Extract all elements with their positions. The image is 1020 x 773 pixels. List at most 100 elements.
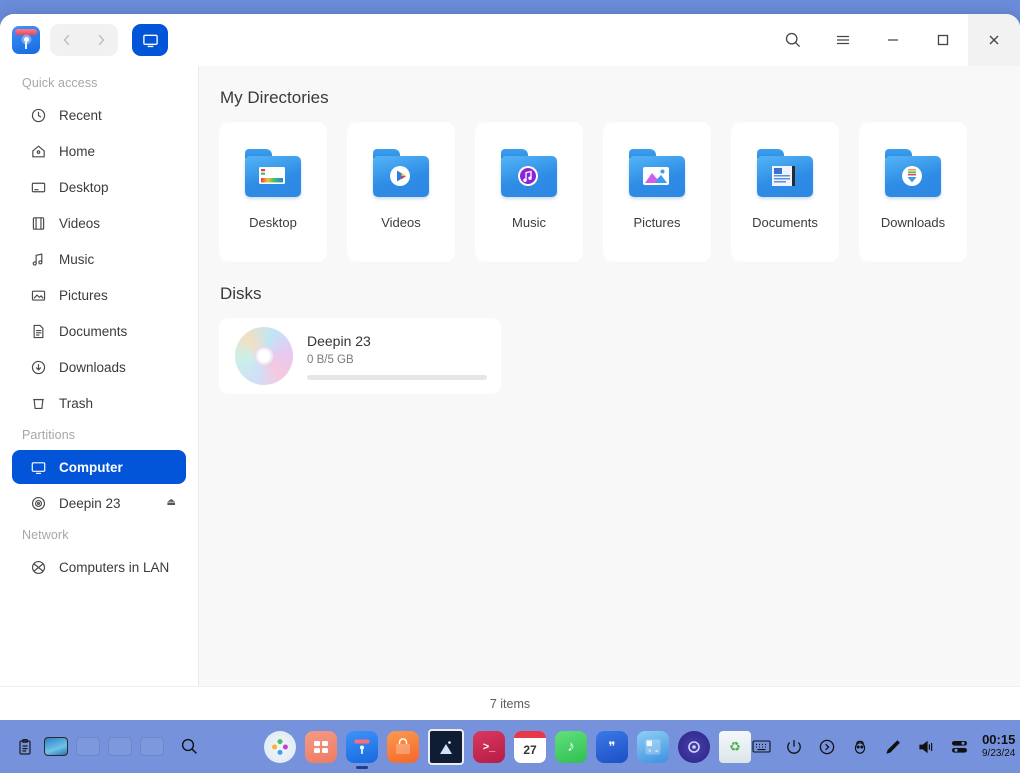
status-bar: 7 items [0, 686, 1020, 720]
item-count-label: 7 items [489, 697, 531, 711]
window-controls [768, 14, 1020, 66]
clock-time: 00:15 [982, 732, 1016, 748]
directories-grid: Desktop Videos Music Pictures Documents … [219, 122, 1020, 262]
disk-info: Deepin 23 0 B/5 GB [307, 333, 487, 380]
taskbar-left [0, 736, 200, 758]
view-mode-button[interactable] [132, 24, 168, 56]
search-icon[interactable] [768, 14, 818, 66]
music-player-icon[interactable]: ♪ [555, 730, 587, 763]
back-button[interactable] [50, 24, 84, 56]
folder-desktop-icon [245, 149, 301, 199]
search-icon[interactable] [178, 736, 200, 758]
content-area: My Directories Desktop Videos Music Pict… [199, 66, 1020, 686]
file-manager-icon[interactable] [346, 730, 378, 769]
document-icon [30, 323, 47, 340]
directory-card-pictures[interactable]: Pictures [603, 122, 711, 262]
hamburger-menu-icon[interactable] [818, 14, 868, 66]
sidebar-item-deepin23[interactable]: Deepin 23 ⏏ [12, 486, 186, 520]
clock-date: 9/23/24 [982, 748, 1016, 760]
workspace-3[interactable] [108, 737, 132, 756]
clipboard-icon[interactable] [14, 736, 36, 758]
folder-music-icon [501, 149, 557, 199]
forward-button[interactable] [84, 24, 118, 56]
system-tray: 00:15 9/23/24 [751, 732, 1020, 760]
sidebar-item-label: Computer [59, 459, 123, 475]
sidebar-item-pictures[interactable]: Pictures [12, 278, 186, 312]
sidebar-item-label: Trash [59, 395, 94, 411]
eject-icon[interactable]: ⏏ [167, 497, 176, 508]
directory-name: Videos [381, 215, 421, 230]
workspace-4[interactable] [140, 737, 164, 756]
directory-card-downloads[interactable]: Downloads [859, 122, 967, 262]
volume-icon[interactable] [916, 737, 936, 757]
maximize-icon[interactable] [918, 14, 968, 66]
sidebar-item-desktop[interactable]: Desktop [12, 170, 186, 204]
window-body: Quick access Recent Home Desktop Videos … [0, 66, 1020, 686]
download-icon [30, 359, 47, 376]
sidebar-item-music[interactable]: Music [12, 242, 186, 276]
music-note-icon [30, 251, 47, 268]
sidebar-item-label: Deepin 23 [59, 495, 121, 511]
sidebar-item-downloads[interactable]: Downloads [12, 350, 186, 384]
directory-card-music[interactable]: Music [475, 122, 583, 262]
notes-glyph: ❞ [608, 738, 616, 754]
image-icon [30, 287, 47, 304]
sidebar-item-label: Recent [59, 107, 102, 123]
clock[interactable]: 00:15 9/23/24 [982, 732, 1016, 760]
sidebar-section-network: Network [22, 528, 69, 542]
directory-card-desktop[interactable]: Desktop [219, 122, 327, 262]
pen-icon[interactable] [883, 737, 903, 757]
sidebar-item-documents[interactable]: Documents [12, 314, 186, 348]
sidebar-item-recent[interactable]: Recent [12, 98, 186, 132]
sidebar-item-trash[interactable]: Trash [12, 386, 186, 420]
folder-pictures-icon [629, 149, 685, 199]
control-center-icon[interactable] [678, 730, 710, 763]
monitor-icon [30, 459, 47, 476]
sidebar-item-label: Home [59, 143, 96, 159]
calendar-icon[interactable]: 27 [514, 730, 546, 763]
calendar-day: 27 [523, 742, 537, 757]
file-manager-window: Quick access Recent Home Desktop Videos … [0, 14, 1020, 720]
trash-icon[interactable]: ♻ [719, 730, 751, 763]
sidebar-item-home[interactable]: Home [12, 134, 186, 168]
directory-card-documents[interactable]: Documents [731, 122, 839, 262]
terminal-icon[interactable]: >_ [473, 730, 505, 763]
launcher-icon[interactable] [264, 730, 296, 763]
directory-name: Documents [752, 215, 818, 230]
trash-glyph: ♻ [729, 738, 741, 754]
folder-videos-icon [373, 149, 429, 199]
disk-usage-bar [307, 374, 487, 380]
navigation-group [50, 24, 118, 56]
directory-card-videos[interactable]: Videos [347, 122, 455, 262]
sidebar-section-quick-access: Quick access [22, 76, 98, 90]
taskbar-apps: >_ 27 ♪ ❞ × = ♻ [264, 728, 751, 769]
svg-text:=: = [655, 749, 659, 755]
keyboard-icon[interactable] [751, 737, 771, 757]
sidebar-item-label: Computers in LAN [59, 559, 170, 575]
image-viewer-icon[interactable] [428, 728, 464, 765]
calculator-icon[interactable]: × = [637, 730, 669, 763]
disk-name: Deepin 23 [307, 332, 371, 349]
app-store-icon[interactable] [387, 730, 419, 763]
minimize-icon[interactable] [868, 14, 918, 66]
sidebar-item-computer[interactable]: Computer [12, 450, 186, 484]
title-bar [0, 14, 1020, 66]
sidebar-item-videos[interactable]: Videos [12, 206, 186, 240]
app-grid-icon[interactable] [305, 730, 337, 763]
workspace-1[interactable] [44, 737, 68, 756]
sidebar-item-label: Desktop [59, 179, 109, 195]
power-icon[interactable] [784, 737, 804, 757]
arrow-circle-icon[interactable] [817, 737, 837, 757]
taskbar: >_ 27 ♪ ❞ × = ♻ 00:15 9/23/24 [0, 720, 1020, 773]
disk-card-deepin23[interactable]: Deepin 23 0 B/5 GB [219, 318, 501, 394]
workspace-2[interactable] [76, 737, 100, 756]
home-icon [30, 143, 47, 160]
sidebar-item-label: Downloads [59, 359, 126, 375]
sidebar-item-computers-in-lan[interactable]: Computers in LAN [12, 550, 186, 584]
onboard-icon[interactable] [850, 737, 870, 757]
control-center-tray-icon[interactable] [949, 737, 969, 757]
my-directories-heading: My Directories [220, 88, 329, 107]
notes-icon[interactable]: ❞ [596, 730, 628, 763]
file-manager-icon [12, 26, 40, 54]
close-icon[interactable] [968, 14, 1020, 66]
